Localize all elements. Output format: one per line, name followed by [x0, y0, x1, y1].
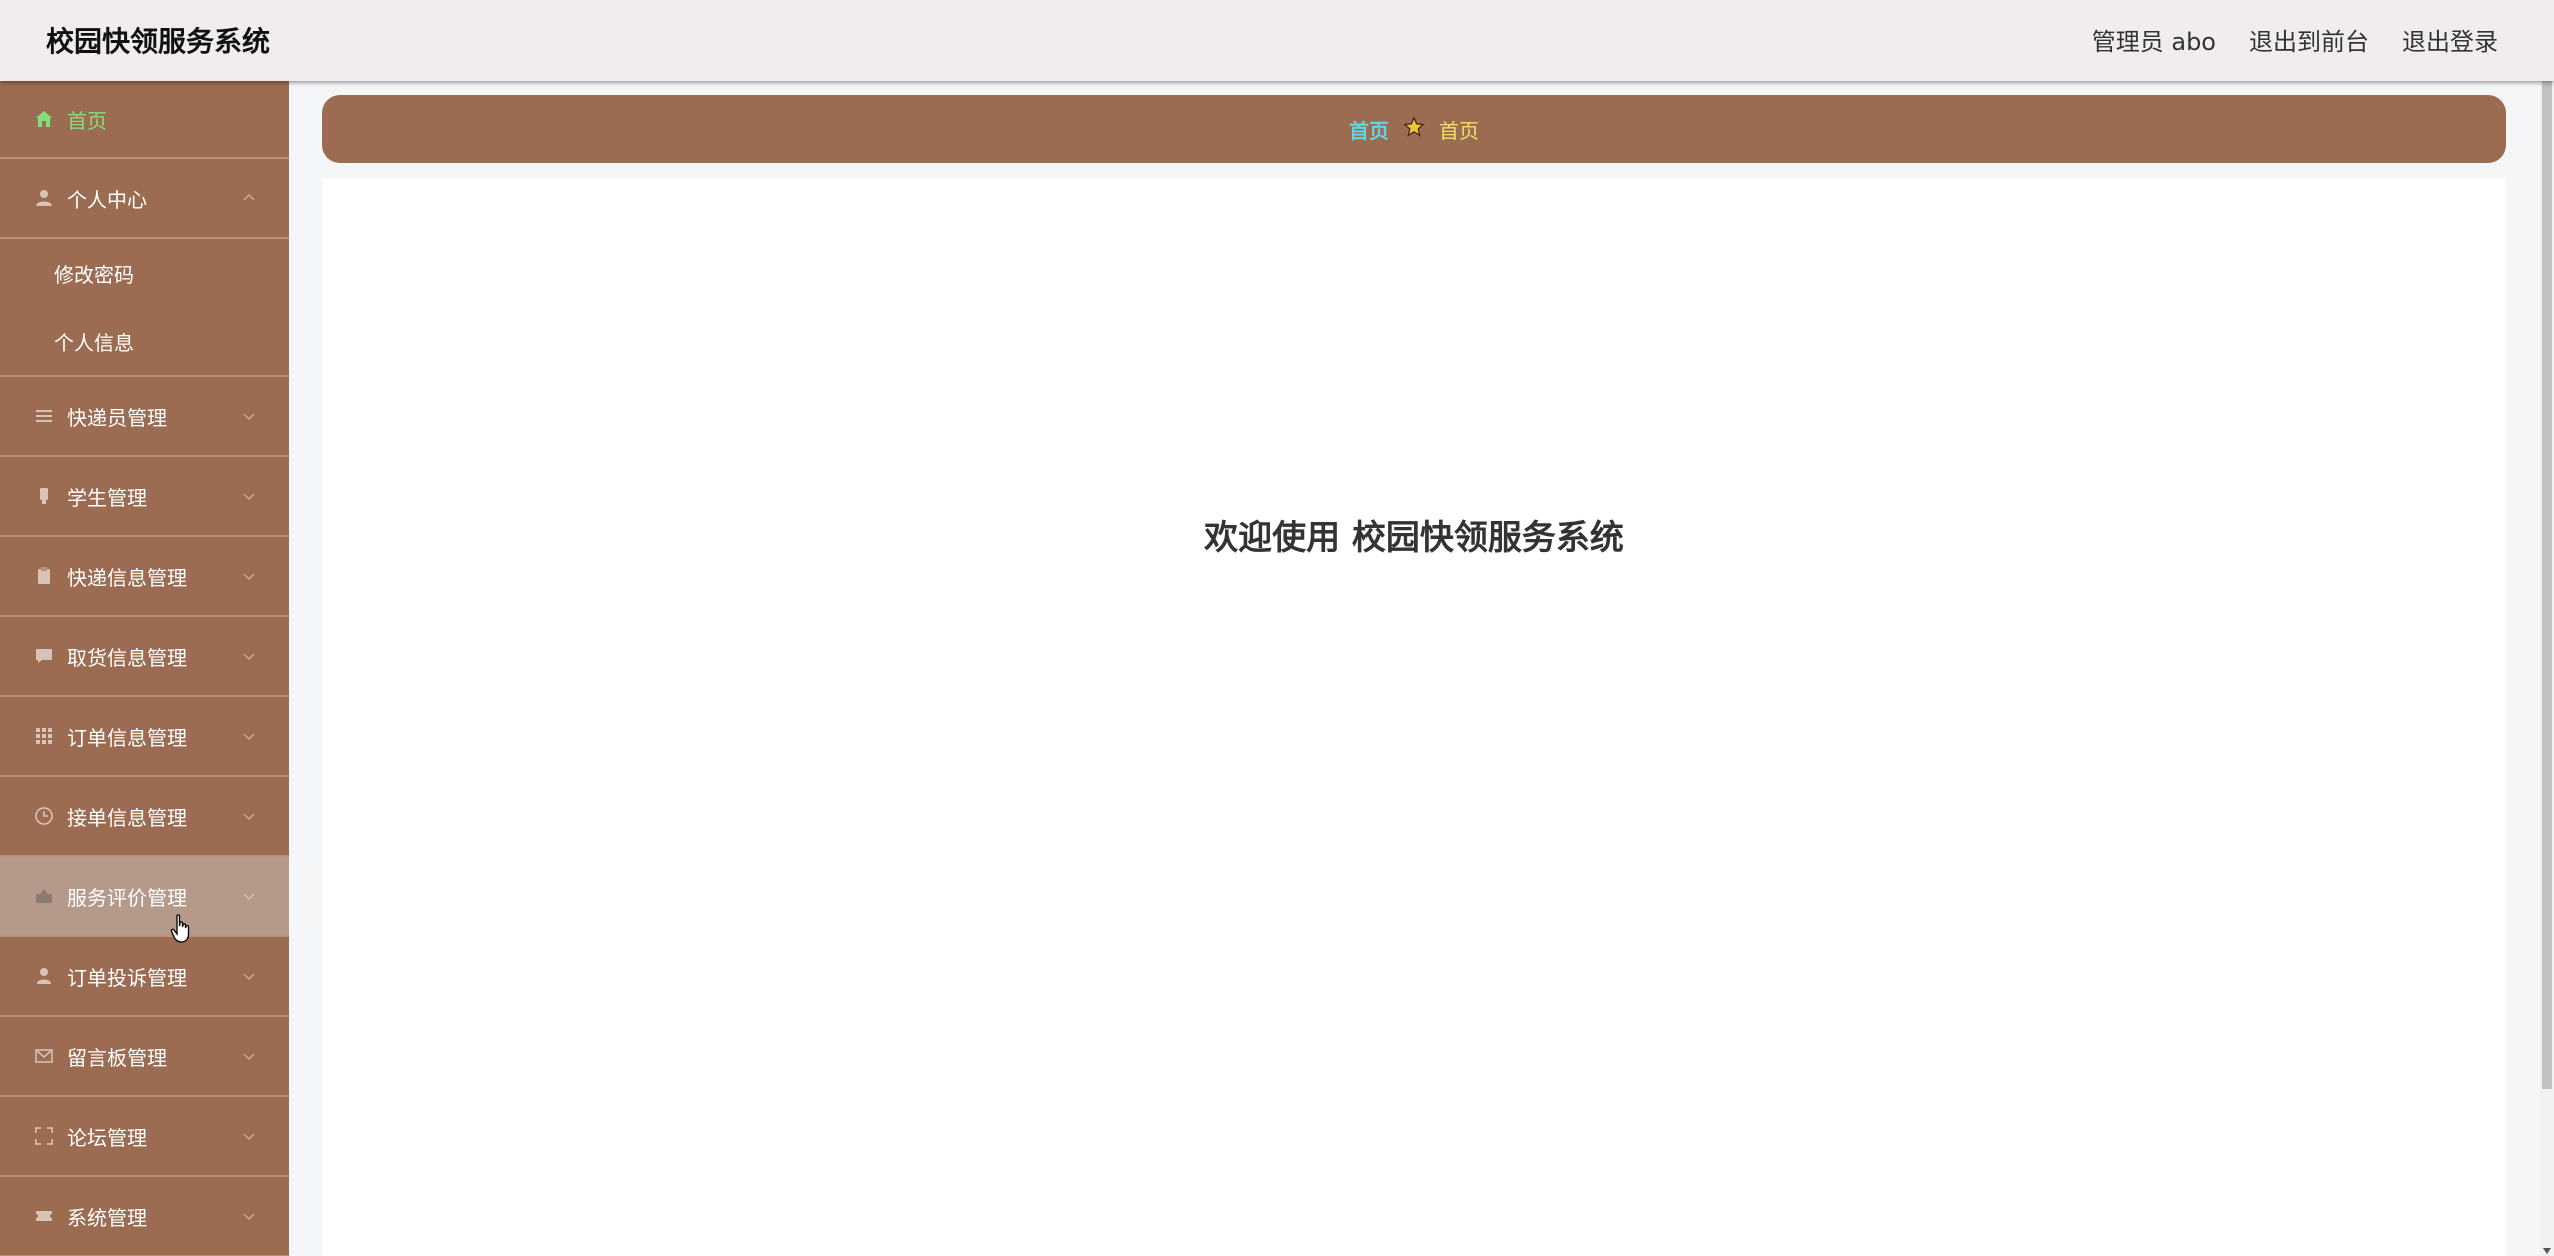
sidebar: 首页 个人中心 修改密码 个人信息 快递员管理 学生管理 快递信息管理 取货信息…: [0, 81, 289, 1256]
chevron-up-icon: [243, 193, 255, 201]
scrollbar-thumb[interactable]: [2542, 81, 2552, 1089]
sidebar-item-label: 论坛管理: [67, 1125, 147, 1150]
sidebar-item-label: 学生管理: [67, 485, 147, 510]
mail-icon: [34, 1046, 54, 1066]
top-bar: 校园快领服务系统 管理员 abo 退出到前台 退出登录: [0, 0, 2554, 81]
menu-lines-icon: [34, 406, 54, 426]
sidebar-item-student-management[interactable]: 学生管理: [0, 457, 289, 537]
chevron-down-icon: [243, 1133, 255, 1141]
chevron-down-icon: [243, 813, 255, 821]
sidebar-item-order-complaint-management[interactable]: 订单投诉管理: [0, 937, 289, 1017]
sidebar-item-message-board-management[interactable]: 留言板管理: [0, 1017, 289, 1097]
logout-link[interactable]: 退出登录: [2402, 22, 2498, 62]
sidebar-item-forum-management[interactable]: 论坛管理: [0, 1097, 289, 1177]
sidebar-item-order-info-management[interactable]: 订单信息管理: [0, 697, 289, 777]
sidebar-item-label: 快递信息管理: [67, 565, 187, 590]
chevron-down-icon: [243, 653, 255, 661]
welcome-heading: 欢迎使用 校园快领服务系统: [1204, 518, 1624, 558]
sidebar-item-label: 个人中心: [67, 187, 147, 212]
sidebar-item-service-rating-management[interactable]: 服务评价管理: [0, 857, 289, 937]
clock-icon: [34, 806, 54, 826]
sidebar-item-courier-management[interactable]: 快递员管理: [0, 377, 289, 457]
student-icon: [34, 486, 54, 506]
chevron-down-icon: [243, 1053, 255, 1061]
sidebar-item-label: 订单投诉管理: [67, 965, 187, 990]
sidebar-item-label: 取货信息管理: [67, 645, 187, 670]
grid-icon: [34, 726, 54, 746]
chevron-down-icon: [243, 1213, 255, 1221]
sidebar-item-label: 系统管理: [67, 1205, 147, 1230]
breadcrumb-current: 首页: [1439, 118, 1479, 143]
breadcrumb-home-link[interactable]: 首页: [1349, 115, 1389, 144]
chevron-down-icon: [243, 413, 255, 421]
sidebar-item-label: 快递员管理: [67, 405, 167, 430]
rating-icon: [34, 886, 54, 906]
admin-user-label[interactable]: 管理员 abo: [2092, 22, 2216, 62]
hand-cursor-icon: [170, 914, 190, 943]
chevron-down-icon: [243, 733, 255, 741]
star-icon: [1403, 115, 1425, 143]
chevron-down-icon: [243, 893, 255, 901]
breadcrumb: 首页 首页: [322, 95, 2506, 163]
sidebar-item-system-management[interactable]: 系统管理: [0, 1177, 289, 1256]
person-icon: [34, 966, 54, 986]
chevron-down-icon: [243, 493, 255, 501]
home-icon: [34, 109, 54, 129]
sidebar-item-home[interactable]: 首页: [0, 81, 289, 159]
sidebar-item-personal-center[interactable]: 个人中心: [0, 159, 289, 239]
ticket-icon: [34, 1206, 54, 1226]
chat-icon: [34, 646, 54, 666]
sidebar-item-express-info-management[interactable]: 快递信息管理: [0, 537, 289, 617]
sidebar-subitem-change-password[interactable]: 修改密码: [0, 239, 289, 307]
sidebar-item-pickup-info-management[interactable]: 取货信息管理: [0, 617, 289, 697]
sidebar-item-label: 订单信息管理: [67, 725, 187, 750]
personal-center-submenu: 修改密码 个人信息: [0, 239, 289, 377]
app-title: 校园快领服务系统: [46, 25, 271, 58]
sidebar-item-label: 首页: [67, 108, 107, 133]
user-icon: [34, 188, 54, 208]
sidebar-item-accept-order-management[interactable]: 接单信息管理: [0, 777, 289, 857]
sidebar-item-label: 留言板管理: [67, 1045, 167, 1070]
exit-to-front-link[interactable]: 退出到前台: [2249, 22, 2369, 62]
top-right-links: 管理员 abo 退出到前台 退出登录: [2092, 22, 2498, 62]
clipboard-icon: [34, 566, 54, 586]
fullscreen-icon: [34, 1126, 54, 1146]
chevron-down-icon: [243, 973, 255, 981]
sidebar-item-label: 接单信息管理: [67, 805, 187, 830]
sidebar-item-label: 服务评价管理: [67, 885, 187, 910]
scroll-down-arrow-icon[interactable]: [2543, 1248, 2551, 1254]
chevron-down-icon: [243, 573, 255, 581]
main-content: 欢迎使用 校园快领服务系统: [322, 178, 2506, 1256]
sidebar-subitem-personal-info[interactable]: 个人信息: [0, 307, 289, 375]
page-scrollbar[interactable]: [2540, 81, 2554, 1256]
